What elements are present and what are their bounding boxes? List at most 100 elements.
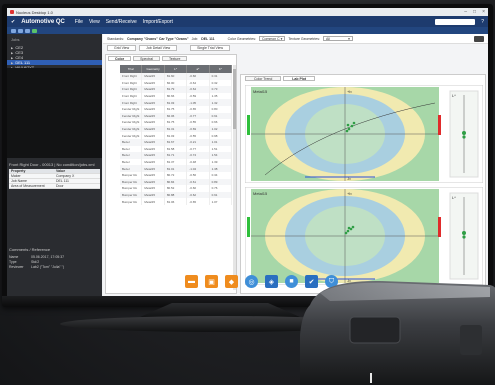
table-cell: -0.56 bbox=[187, 171, 210, 179]
table-row[interactable]: Front Right Metal15 80.66 -0.59 1.35 bbox=[120, 92, 233, 100]
table-row[interactable]: Fender Right Metal15 81.75 -0.55 0.66 bbox=[120, 119, 233, 126]
tab-single-trial-view[interactable]: Single Trial View bbox=[190, 45, 230, 51]
right-indicator bbox=[438, 217, 441, 237]
cube-icon[interactable]: ■ bbox=[285, 275, 298, 288]
comments-panel: Comments / Reference Name 05.06.2017, 17… bbox=[9, 247, 100, 269]
globe-icon[interactable]: ◎ bbox=[245, 275, 258, 288]
tab-texture[interactable]: Texture bbox=[161, 56, 188, 61]
dropdown-icon[interactable] bbox=[25, 28, 30, 33]
sample-point bbox=[345, 129, 349, 133]
settings-icon[interactable] bbox=[474, 35, 484, 42]
table-cell: -1.05 bbox=[187, 99, 210, 106]
table-cell: 81.71 bbox=[165, 152, 188, 159]
menu-send-receive[interactable]: Send/Receive bbox=[106, 19, 137, 25]
help-icon[interactable]: ? bbox=[481, 19, 484, 25]
search-input[interactable] bbox=[435, 18, 476, 25]
right-indicator bbox=[438, 115, 441, 135]
chevron-down-icon: ▾ bbox=[348, 36, 350, 41]
table-row[interactable]: Bezel Metal15 81.67 -0.21 1.01 bbox=[120, 138, 233, 146]
table-cell: 80.66 bbox=[165, 92, 188, 100]
table-cell: Bumper Ro bbox=[120, 198, 143, 205]
table-cell: 1.54 bbox=[210, 152, 233, 159]
table-cell: Metal15 bbox=[142, 185, 165, 192]
monitor: Nucleus Desktop 1.0 – □ × ✔ Automotive Q… bbox=[2, 4, 493, 307]
col-b[interactable]: b* bbox=[210, 65, 233, 73]
folder-icon[interactable]: ▬ bbox=[185, 275, 198, 288]
plot-axis-pos: +b bbox=[347, 191, 352, 196]
color-geometries-select[interactable]: Common C ▾ bbox=[258, 36, 286, 41]
table-cell: 80.88 bbox=[165, 191, 188, 199]
table-cell: Metal15 bbox=[142, 171, 165, 179]
data-subtabs: Color Spectral Texture bbox=[106, 55, 236, 62]
scrollbar-thumb[interactable] bbox=[233, 69, 236, 129]
close-icon[interactable]: × bbox=[482, 9, 485, 15]
texture-geometries-select[interactable]: All ▾ bbox=[322, 36, 353, 41]
table-row[interactable]: Front Right Metal15 82.00 -0.64 0.32 bbox=[120, 79, 233, 87]
tab-job-detail-view[interactable]: Job Detail View bbox=[139, 45, 178, 51]
table-row[interactable]: Bumper Ro Metal15 80.84 -0.61 0.89 bbox=[120, 178, 233, 186]
table-cell: 1.39 bbox=[210, 158, 233, 166]
left-indicator bbox=[247, 217, 250, 237]
table-row[interactable]: Bumper Ro Metal15 80.52 -0.60 0.76 bbox=[120, 185, 233, 192]
job-value[interactable]: DEL 111 bbox=[201, 37, 214, 41]
table-row[interactable]: Bumper Ro Metal15 81.06 -0.65 1.07 bbox=[120, 198, 233, 205]
table-cell: Fender Right bbox=[120, 132, 143, 139]
maximize-icon[interactable]: □ bbox=[473, 9, 476, 15]
sample-point bbox=[347, 226, 351, 230]
col-trial[interactable]: Trial bbox=[120, 65, 143, 73]
job-label: Job: bbox=[191, 36, 199, 41]
col-l[interactable]: L* bbox=[165, 65, 188, 73]
table-row[interactable]: Fender Right Metal15 81.75 -0.65 0.80 bbox=[120, 105, 233, 113]
tag-icon[interactable]: ◆ bbox=[225, 275, 238, 288]
sync-icon[interactable] bbox=[32, 28, 37, 33]
table-row[interactable]: Bezel Metal15 81.37 -0.48 1.39 bbox=[120, 158, 233, 166]
comment-row: Reviewer Lab2 ("Tom" "Julia" ") bbox=[9, 264, 65, 269]
table-row[interactable]: Bumper Ro Metal15 80.72 -0.56 0.34 bbox=[120, 171, 233, 179]
table-row[interactable]: Front Right Metal15 81.60 -0.66 0.31 bbox=[120, 73, 233, 80]
table-scrollbar[interactable] bbox=[233, 65, 236, 290]
table-row[interactable]: Front Right Metal15 81.03 -1.05 1.32 bbox=[120, 99, 233, 106]
table-cell: -0.55 bbox=[187, 119, 210, 126]
table-cell: 81.37 bbox=[165, 158, 188, 166]
check-logo-icon: ✔ bbox=[11, 18, 16, 25]
tab-grid-view[interactable]: Grid View bbox=[107, 45, 137, 51]
col-a[interactable]: a* bbox=[187, 65, 210, 73]
window-title: Nucleus Desktop 1.0 bbox=[16, 9, 53, 15]
table-row[interactable]: Front Right Metal15 81.79 -0.64 0.73 bbox=[120, 86, 233, 93]
device-button bbox=[349, 316, 401, 344]
lab-plot-bottom: Metal15 +b -b L* bbox=[245, 187, 483, 285]
table-cell: -0.55 bbox=[187, 132, 210, 139]
tab-color[interactable]: Color bbox=[108, 56, 132, 61]
app-icon bbox=[10, 10, 14, 14]
table-cell: Metal15 bbox=[142, 198, 165, 205]
standards-value[interactable]: Company "Ovans" Car Type "Ovans" bbox=[127, 37, 189, 41]
table-row[interactable]: Bezel Metal15 81.58 -0.77 1.51 bbox=[120, 145, 233, 153]
table-cell: Metal15 bbox=[142, 86, 165, 93]
table-header: Trial Geometry L* a* b* bbox=[120, 65, 233, 73]
measurement-table: Trial Geometry L* a* b* Front Right Metal… bbox=[120, 65, 233, 205]
table-cell: Bezel bbox=[120, 165, 143, 172]
table-row[interactable]: Bezel Metal15 81.01 -1.04 1.38 bbox=[120, 165, 233, 172]
tab-spectral[interactable]: Spectral bbox=[133, 56, 160, 61]
menu-import-export[interactable]: Import/Export bbox=[143, 19, 173, 25]
table-cell: Metal15 bbox=[142, 138, 165, 146]
table-row[interactable]: Bezel Metal15 81.71 -0.74 1.54 bbox=[120, 152, 233, 159]
table-row[interactable]: Fender Right Metal15 82.06 -0.77 0.91 bbox=[120, 112, 233, 120]
layers-icon[interactable]: ◈ bbox=[265, 275, 278, 288]
tab-color-trend[interactable]: Color Trend bbox=[245, 76, 282, 81]
open-icon[interactable] bbox=[18, 28, 23, 33]
table-row[interactable]: Fender Right Metal15 81.03 -0.55 0.98 bbox=[120, 132, 233, 139]
minimize-icon[interactable]: – bbox=[464, 9, 467, 15]
table-row[interactable]: Bumper Ro Metal15 80.88 -0.62 0.91 bbox=[120, 191, 233, 199]
lightness-point bbox=[462, 235, 466, 239]
new-icon[interactable] bbox=[11, 28, 16, 33]
table-cell: 0.98 bbox=[210, 132, 233, 139]
tab-lab-plot[interactable]: Lab Plot bbox=[283, 76, 316, 81]
col-geometry[interactable]: Geometry bbox=[142, 65, 165, 73]
menu-view[interactable]: View bbox=[89, 19, 100, 25]
table-row[interactable]: Fender Right Metal15 81.31 -0.69 1.02 bbox=[120, 125, 233, 133]
table-cell: 0.91 bbox=[210, 112, 233, 120]
briefcase-icon[interactable]: ▣ bbox=[205, 275, 218, 288]
menu-file[interactable]: File bbox=[75, 19, 83, 25]
data-table-panel: Color Spectral Texture Trial Geometry L*… bbox=[105, 54, 237, 294]
